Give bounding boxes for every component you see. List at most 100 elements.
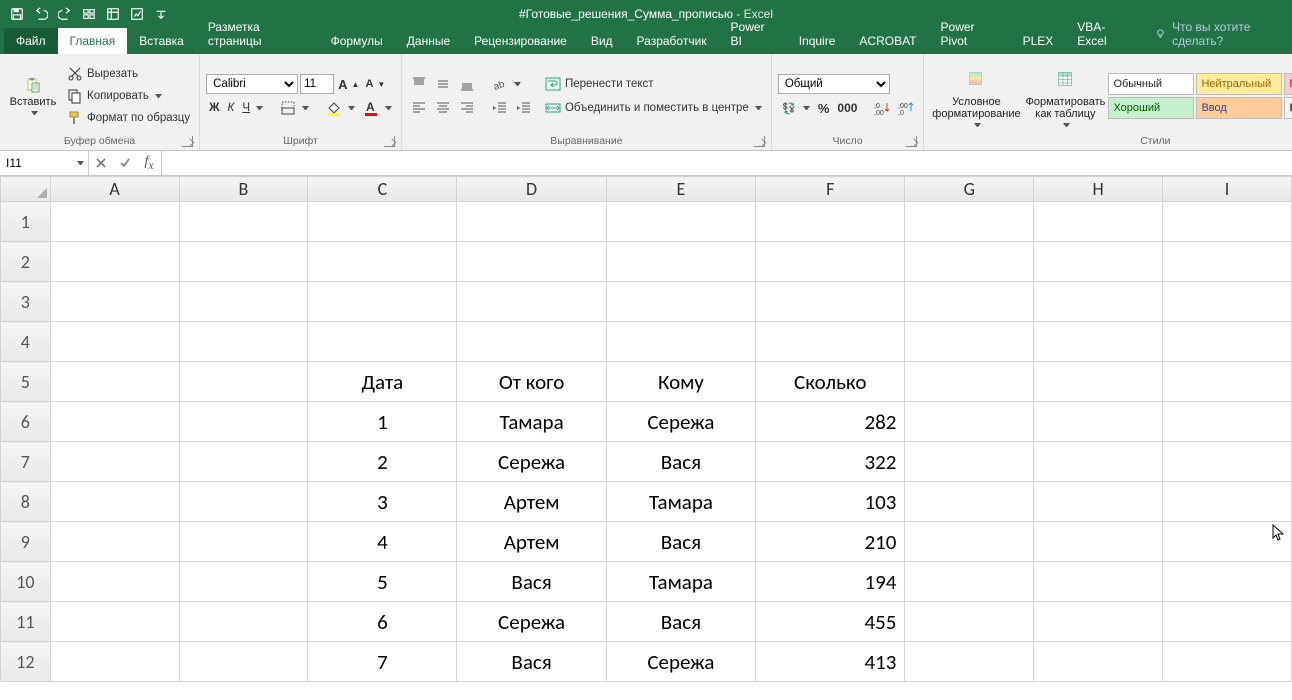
cell-H1[interactable]: [1034, 202, 1163, 242]
row-header-9[interactable]: 9: [1, 522, 51, 562]
cell-F12[interactable]: 413: [756, 642, 905, 682]
cell-D2[interactable]: [457, 242, 606, 282]
col-header-B[interactable]: B: [179, 177, 308, 202]
format-painter-button[interactable]: Формат по образцу: [64, 108, 193, 128]
cell-G4[interactable]: [905, 322, 1034, 362]
font-size-input[interactable]: [300, 74, 334, 94]
cell-I2[interactable]: [1163, 242, 1292, 282]
cell-A10[interactable]: [50, 562, 179, 602]
undo-button[interactable]: [30, 3, 52, 25]
cell-H12[interactable]: [1034, 642, 1163, 682]
cell-styles-gallery[interactable]: Обычный Нейтральный Плохой Хороший Ввод …: [1108, 73, 1292, 119]
merge-center-button[interactable]: Объединить и поместить в центре: [542, 98, 765, 118]
percent-button[interactable]: %: [815, 99, 833, 118]
qat-customize-button[interactable]: [150, 3, 172, 25]
cell-D11[interactable]: Сережа: [457, 602, 606, 642]
cell-I11[interactable]: [1163, 602, 1292, 642]
row-header-12[interactable]: 12: [1, 642, 51, 682]
cell-I3[interactable]: [1163, 282, 1292, 322]
align-middle-button[interactable]: [432, 74, 454, 94]
cell-B11[interactable]: [179, 602, 308, 642]
cell-C7[interactable]: 2: [308, 442, 457, 482]
decrease-font-button[interactable]: A▼: [363, 77, 387, 91]
cell-G7[interactable]: [905, 442, 1034, 482]
dialog-launcher-icon[interactable]: [906, 136, 917, 147]
cell-D6[interactable]: Тамара: [457, 402, 606, 442]
tab-page-layout[interactable]: Разметка страницы: [196, 14, 319, 54]
name-box[interactable]: [0, 151, 89, 175]
cell-G9[interactable]: [905, 522, 1034, 562]
cell-I6[interactable]: [1163, 402, 1292, 442]
underline-button[interactable]: Ч: [239, 100, 266, 116]
cell-H2[interactable]: [1034, 242, 1163, 282]
cell-E11[interactable]: Вася: [606, 602, 755, 642]
cell-A11[interactable]: [50, 602, 179, 642]
borders-button[interactable]: [277, 98, 312, 118]
enter-formula-button[interactable]: [113, 157, 137, 169]
cell-F7[interactable]: 322: [756, 442, 905, 482]
worksheet[interactable]: ABCDEFGHI12345ДатаОт когоКомуСколько61Та…: [0, 176, 1292, 682]
align-top-button[interactable]: [408, 74, 430, 94]
style-bad[interactable]: Плохой: [1284, 73, 1292, 95]
cell-A6[interactable]: [50, 402, 179, 442]
cell-F10[interactable]: 194: [756, 562, 905, 602]
cell-A3[interactable]: [50, 282, 179, 322]
cell-H3[interactable]: [1034, 282, 1163, 322]
dialog-launcher-icon[interactable]: [182, 136, 193, 147]
fill-color-button[interactable]: [323, 98, 358, 118]
cell-A9[interactable]: [50, 522, 179, 562]
cell-C11[interactable]: 6: [308, 602, 457, 642]
cell-F9[interactable]: 210: [756, 522, 905, 562]
cell-E1[interactable]: [606, 202, 755, 242]
style-input[interactable]: Ввод: [1196, 97, 1282, 119]
tab-power-bi[interactable]: Power BI: [719, 14, 787, 54]
format-as-table-button[interactable]: Форматироватькак таблицу: [1022, 63, 1108, 129]
row-header-7[interactable]: 7: [1, 442, 51, 482]
dialog-launcher-icon[interactable]: [754, 136, 765, 147]
cell-C3[interactable]: [308, 282, 457, 322]
cut-button[interactable]: Вырезать: [64, 64, 193, 84]
align-left-button[interactable]: [408, 98, 430, 118]
qat-button-6[interactable]: [126, 3, 148, 25]
dialog-launcher-icon[interactable]: [384, 136, 395, 147]
cell-I4[interactable]: [1163, 322, 1292, 362]
tab-home[interactable]: Главная: [58, 28, 128, 54]
decrease-indent-button[interactable]: [489, 98, 511, 118]
row-header-5[interactable]: 5: [1, 362, 51, 402]
cell-B2[interactable]: [179, 242, 308, 282]
cell-E3[interactable]: [606, 282, 755, 322]
cell-D8[interactable]: Артем: [457, 482, 606, 522]
insert-function-button[interactable]: fx: [137, 154, 161, 172]
tab-file[interactable]: Файл: [4, 28, 58, 54]
cell-D12[interactable]: Вася: [457, 642, 606, 682]
cell-F4[interactable]: [756, 322, 905, 362]
accounting-format-button[interactable]: 💱: [778, 98, 813, 118]
row-header-6[interactable]: 6: [1, 402, 51, 442]
conditional-formatting-button[interactable]: Условное форматированиеУсловноеформатиро…: [930, 63, 1022, 129]
cell-E6[interactable]: Сережа: [606, 402, 755, 442]
cell-F2[interactable]: [756, 242, 905, 282]
tell-me[interactable]: Что вы хотите сделать?: [1155, 20, 1292, 54]
row-header-3[interactable]: 3: [1, 282, 51, 322]
row-header-11[interactable]: 11: [1, 602, 51, 642]
number-format-select[interactable]: Общий: [778, 74, 890, 94]
style-output[interactable]: Вывод: [1284, 97, 1292, 119]
cell-D10[interactable]: Вася: [457, 562, 606, 602]
col-header-C[interactable]: C: [308, 177, 457, 202]
decrease-decimal-button[interactable]: ,00,0: [895, 98, 917, 118]
cell-G1[interactable]: [905, 202, 1034, 242]
cell-A1[interactable]: [50, 202, 179, 242]
cell-G10[interactable]: [905, 562, 1034, 602]
cell-G2[interactable]: [905, 242, 1034, 282]
redo-button[interactable]: [54, 3, 76, 25]
font-name-select[interactable]: Calibri: [206, 74, 298, 94]
tab-plex[interactable]: PLEX: [1011, 28, 1066, 54]
cell-G5[interactable]: [905, 362, 1034, 402]
cell-I9[interactable]: [1163, 522, 1292, 562]
cell-E7[interactable]: Вася: [606, 442, 755, 482]
select-all-corner[interactable]: [1, 177, 51, 202]
col-header-F[interactable]: F: [756, 177, 905, 202]
cell-E5[interactable]: Кому: [606, 362, 755, 402]
cell-E12[interactable]: Сережа: [606, 642, 755, 682]
cell-D4[interactable]: [457, 322, 606, 362]
